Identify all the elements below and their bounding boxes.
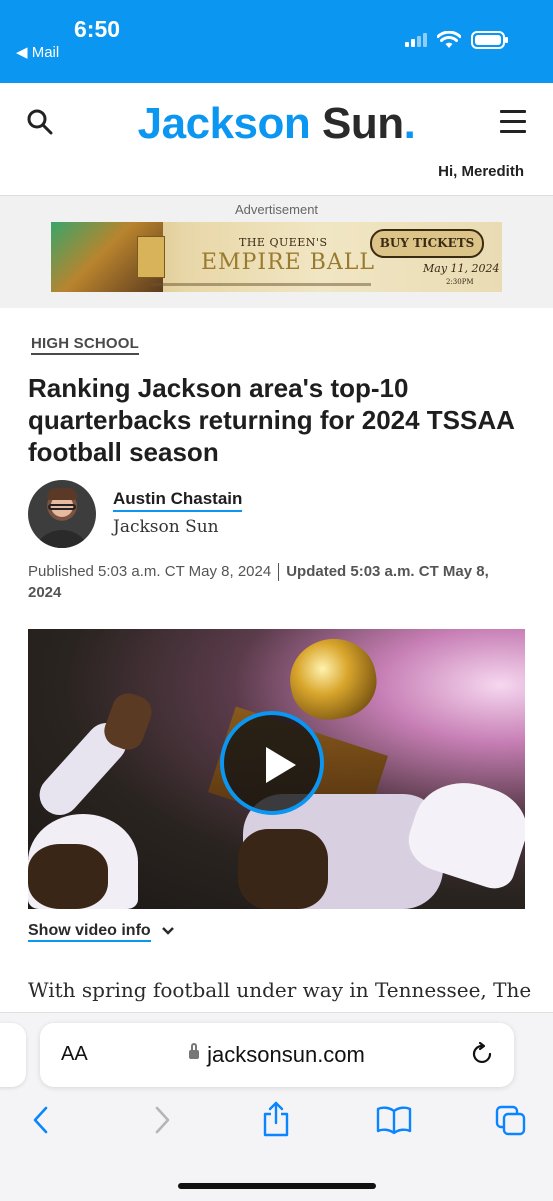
ad-fine-print <box>151 283 371 286</box>
article-dateline: Published 5:03 a.m. CT May 8, 2024 Update… <box>28 561 518 603</box>
address-bar[interactable]: AA jacksonsun.com <box>40 1023 514 1087</box>
ad-banner[interactable]: THE QUEEN'S EMPIRE BALL BUY TICKETS May … <box>51 222 502 292</box>
chevron-down-icon <box>162 926 175 935</box>
logo-part-sun: Sun <box>322 99 404 148</box>
site-logo[interactable]: Jackson Sun. <box>0 99 553 149</box>
ad-poster-image <box>137 236 165 278</box>
forward-icon[interactable] <box>152 1105 172 1135</box>
article-body-first-line: With spring football under way in Tennes… <box>28 978 532 1002</box>
url-display[interactable]: jacksonsun.com <box>40 1042 514 1068</box>
section-link[interactable]: HIGH SCHOOL <box>31 335 140 355</box>
show-video-info-label: Show video info <box>28 922 151 942</box>
logo-dot: . <box>403 99 416 148</box>
signal-icon <box>405 33 427 47</box>
video-scene-trophy <box>283 632 383 726</box>
battery-icon <box>471 31 508 49</box>
status-time: 6:50 <box>74 16 121 42</box>
dateline-divider <box>278 563 280 582</box>
wifi-icon <box>437 31 461 48</box>
logo-part-jackson: Jackson <box>137 99 311 148</box>
play-button-icon[interactable] <box>220 711 324 815</box>
browser-toolbar <box>0 1101 553 1141</box>
reload-icon[interactable] <box>470 1041 496 1067</box>
ad-label: Advertisement <box>234 202 319 217</box>
bookmarks-icon[interactable] <box>376 1105 412 1135</box>
previous-tab-preview[interactable] <box>0 1023 26 1087</box>
browser-bottom-bar: AA jacksonsun.com <box>0 1012 553 1201</box>
show-video-info-button[interactable]: Show video info <box>28 922 175 942</box>
site-header: Jackson Sun. Hi, Meredith <box>0 83 553 196</box>
author-avatar[interactable] <box>28 480 96 548</box>
author-outlet: Jackson Sun <box>113 517 219 537</box>
status-icons <box>405 31 509 49</box>
ad-date: May 11, 2024 <box>423 262 500 275</box>
article-headline: Ranking Jackson area's top-10 quarterbac… <box>28 373 514 467</box>
back-to-mail-link[interactable]: ◀ Mail <box>16 43 59 61</box>
tabs-icon[interactable] <box>495 1105 527 1137</box>
ad-title-small: THE QUEEN'S <box>239 236 328 249</box>
back-icon[interactable] <box>31 1105 51 1135</box>
share-icon[interactable] <box>262 1101 290 1137</box>
buy-tickets-button[interactable]: BUY TICKETS <box>370 229 484 258</box>
ad-time: 2:30PM <box>446 278 474 286</box>
video-scene-player-arm <box>238 829 328 909</box>
lock-icon <box>189 1042 200 1059</box>
author-name-link[interactable]: Austin Chastain <box>113 489 243 512</box>
ad-container: Advertisement THE QUEEN'S EMPIRE BALL BU… <box>0 196 553 308</box>
status-bar: 6:50 ◀ Mail <box>0 0 553 83</box>
user-greeting[interactable]: Hi, Meredith <box>438 163 524 180</box>
published-date: Published 5:03 a.m. CT May 8, 2024 <box>28 563 272 580</box>
url-text: jacksonsun.com <box>207 1042 365 1067</box>
video-player[interactable] <box>28 629 525 909</box>
hamburger-menu-icon[interactable] <box>500 110 526 140</box>
video-scene-face <box>28 844 108 909</box>
home-indicator[interactable] <box>178 1183 376 1189</box>
ad-title-large: EMPIRE BALL <box>201 250 375 275</box>
